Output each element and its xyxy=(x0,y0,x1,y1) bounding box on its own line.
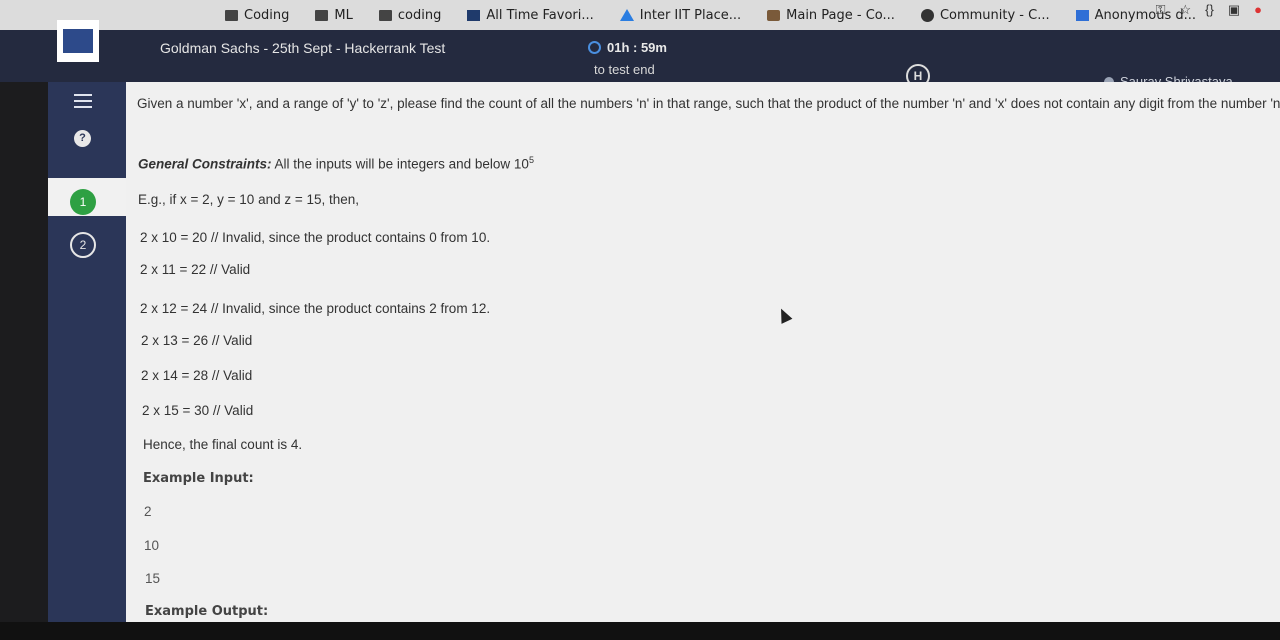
bookmark-label: Main Page - Co... xyxy=(786,7,895,23)
example-input-line: 10 xyxy=(144,538,160,553)
constraints-text: All the inputs will be integers and belo… xyxy=(271,156,529,172)
logo-mark-icon xyxy=(63,29,93,53)
example-output-heading: Example Output: xyxy=(145,604,269,619)
bookmark-label: Coding xyxy=(244,7,290,23)
test-title: Goldman Sachs - 25th Sept - Hackerrank T… xyxy=(160,40,446,56)
mug-icon xyxy=(767,9,781,21)
bookmark-inter-iit-placement[interactable]: Inter IIT Place... xyxy=(619,7,742,23)
constraints-label: General Constraints: xyxy=(138,156,272,172)
problem-text: Given a number 'x', and a range of 'y' t… xyxy=(137,96,1280,111)
bookmark-label: Inter IIT Place... xyxy=(639,7,742,23)
clock-icon xyxy=(588,41,601,54)
question-sidebar: ? 1 2 xyxy=(48,82,126,622)
bookmark-label: coding xyxy=(397,7,442,23)
company-logo xyxy=(57,20,99,62)
bookmarks-bar: Coding ML coding All Time Favori... Inte… xyxy=(0,0,1280,30)
bookmark-main-page[interactable]: Main Page - Co... xyxy=(767,8,895,23)
screen-bezel xyxy=(0,622,1280,640)
example-input-line: 15 xyxy=(145,571,161,586)
example-line: 2 x 11 = 22 // Valid xyxy=(140,262,251,277)
bookmark-label: All Time Favori... xyxy=(486,7,594,23)
example-line: 2 x 13 = 26 // Valid xyxy=(141,333,253,348)
extension-icon[interactable]: ▣ xyxy=(1228,2,1240,18)
bookmark-all-time-favorites[interactable]: All Time Favori... xyxy=(467,7,594,23)
list-icon[interactable] xyxy=(74,94,92,108)
folder-icon xyxy=(315,9,329,21)
timer-caption: to test end xyxy=(594,62,655,77)
folder-icon xyxy=(378,9,392,21)
circle-icon xyxy=(920,8,934,22)
timer: 01h : 59m xyxy=(588,40,667,55)
example-line: 2 x 12 = 24 // Invalid, since the produc… xyxy=(140,301,491,316)
browser-toolbar-icons: ⚿ ☆ {} ▣ ● xyxy=(1156,2,1262,18)
bookmark-label: ML xyxy=(334,7,353,23)
record-icon[interactable]: ● xyxy=(1254,2,1262,18)
general-constraints: General Constraints: All the inputs will… xyxy=(138,155,534,172)
star-icon[interactable]: ☆ xyxy=(1180,2,1192,18)
drive-icon xyxy=(619,9,634,21)
example-intro: E.g., if x = 2, y = 10 and z = 15, then, xyxy=(138,192,360,207)
example-input-line: 2 xyxy=(144,504,152,519)
bookmark-coding-folder-2[interactable]: coding xyxy=(378,7,442,23)
example-line: 2 x 10 = 20 // Invalid, since the produc… xyxy=(140,230,491,245)
bookmark-ml-folder[interactable]: ML xyxy=(315,7,353,23)
test-header: Goldman Sachs - 25th Sept - Hackerrank T… xyxy=(0,30,1280,89)
example-line: 2 x 14 = 28 // Valid xyxy=(141,368,253,383)
question-2-button[interactable]: 2 xyxy=(70,232,96,258)
folder-icon xyxy=(225,9,238,21)
problem-statement: Given a number 'x', and a range of 'y' t… xyxy=(126,82,1280,622)
question-1-button[interactable]: 1 xyxy=(70,189,96,215)
example-input-heading: Example Input: xyxy=(143,471,254,486)
bookmark-coding-folder[interactable]: Coding xyxy=(225,8,289,23)
bookmark-community[interactable]: Community - C... xyxy=(920,7,1050,23)
constraints-exponent: 5 xyxy=(528,155,534,165)
help-icon[interactable]: ? xyxy=(74,130,91,147)
final-count-text: Hence, the final count is 4. xyxy=(143,437,303,452)
document-icon xyxy=(467,9,481,21)
bookmark-label: Community - C... xyxy=(939,7,1050,23)
example-line: 2 x 15 = 30 // Valid xyxy=(142,403,254,418)
key-icon[interactable]: ⚿ xyxy=(1156,2,1166,18)
form-icon xyxy=(1075,9,1089,21)
braces-icon[interactable]: {} xyxy=(1205,2,1214,18)
timer-value: 01h : 59m xyxy=(607,40,667,55)
